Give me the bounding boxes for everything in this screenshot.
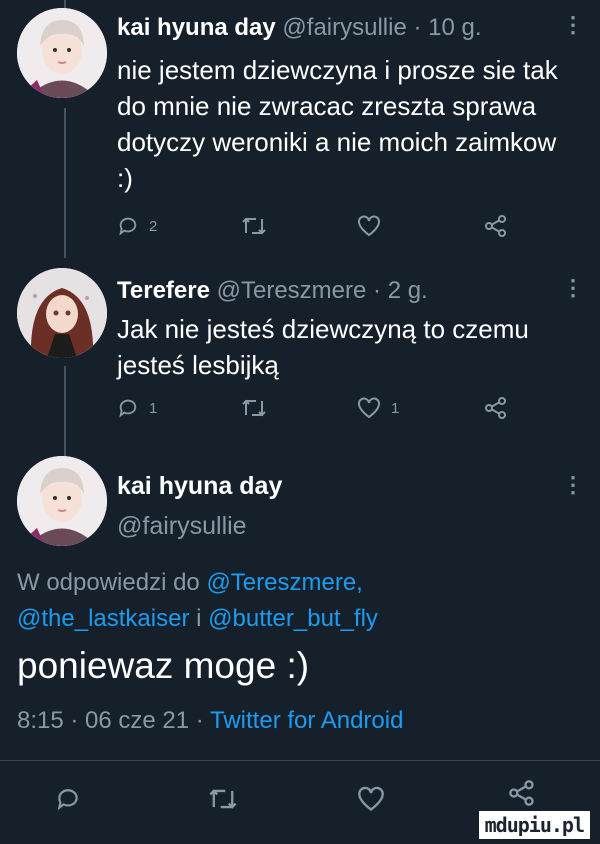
tweet-text: nie jestem dziewczyna i prosze sie tak d…: [117, 55, 558, 193]
avatar-kai[interactable]: [17, 8, 107, 98]
thread-line-top: [64, 0, 66, 8]
share-button[interactable]: [484, 215, 508, 237]
reply-count: 1: [149, 399, 158, 417]
reply-button[interactable]: 2: [117, 215, 157, 237]
reply-icon: [117, 215, 139, 237]
more-dots-icon[interactable]: ⋮: [562, 275, 584, 301]
author-name[interactable]: kai hyuna day: [117, 14, 276, 41]
share-button[interactable]: [484, 397, 508, 419]
author-name[interactable]: Terefere: [117, 277, 210, 304]
tweet-text: Jak nie jesteś dziewczyną to czemu jeste…: [117, 314, 529, 380]
reply-icon: [117, 397, 139, 419]
main-tweet-text: poniewaz moge :): [17, 645, 310, 686]
share-icon: [508, 780, 536, 806]
like-button[interactable]: [357, 786, 385, 812]
heart-icon: [357, 786, 385, 812]
mention-link[interactable]: @Tereszmere,: [206, 569, 362, 596]
author-handle[interactable]: @fairysullie: [282, 14, 406, 41]
divider: [0, 760, 600, 761]
retweet-icon: [241, 397, 267, 419]
author-handle[interactable]: @fairysullie: [117, 512, 247, 541]
tweet-header: Terefere @Tereszmere · 2 g.: [117, 277, 428, 305]
reply-context: W odpowiedzi do @Tereszmere, @the_lastka…: [17, 565, 577, 637]
client-link[interactable]: Twitter for Android: [210, 707, 403, 734]
avatar-terefere[interactable]: [17, 268, 107, 358]
like-button[interactable]: 1: [357, 397, 399, 419]
like-count: 1: [391, 399, 400, 417]
mention-link[interactable]: @the_lastkaiser: [17, 605, 189, 632]
mention-link[interactable]: @butter_but_fly: [208, 605, 378, 632]
reply-icon: [55, 786, 81, 812]
reply-button[interactable]: [55, 786, 81, 812]
author-handle[interactable]: @Tereszmere: [217, 277, 367, 304]
share-button[interactable]: [508, 780, 536, 806]
thread-line-1: [64, 108, 66, 258]
like-button[interactable]: [357, 215, 381, 237]
retweet-icon: [208, 786, 238, 812]
timestamp[interactable]: 8:15 · 06 cze 21 ·: [17, 707, 204, 734]
tweet-meta: 8:15 · 06 cze 21 · Twitter for Android: [17, 707, 403, 735]
tweet-time[interactable]: · 10 g.: [413, 14, 481, 41]
thread-line-2: [64, 366, 66, 456]
reply-button[interactable]: 1: [117, 397, 157, 419]
author-name[interactable]: kai hyuna day: [117, 472, 282, 501]
tweet-time[interactable]: · 2 g.: [373, 277, 428, 304]
watermark: mdupiu.pl: [478, 811, 590, 839]
retweet-button[interactable]: [208, 786, 238, 812]
more-dots-icon[interactable]: ⋮: [562, 12, 584, 38]
retweet-button[interactable]: [241, 397, 267, 419]
avatar-kai-main[interactable]: [17, 456, 107, 546]
more-dots-icon[interactable]: ⋮: [562, 472, 584, 498]
tweet-header: kai hyuna day @fairysullie · 10 g.: [117, 14, 482, 42]
share-icon: [484, 215, 508, 237]
heart-icon: [357, 397, 381, 419]
reply-prefix: W odpowiedzi do: [17, 569, 200, 596]
heart-icon: [357, 215, 381, 237]
retweet-button[interactable]: [241, 215, 267, 237]
reply-and: i: [196, 605, 202, 632]
share-icon: [484, 397, 508, 419]
retweet-icon: [241, 215, 267, 237]
reply-count: 2: [149, 217, 158, 235]
